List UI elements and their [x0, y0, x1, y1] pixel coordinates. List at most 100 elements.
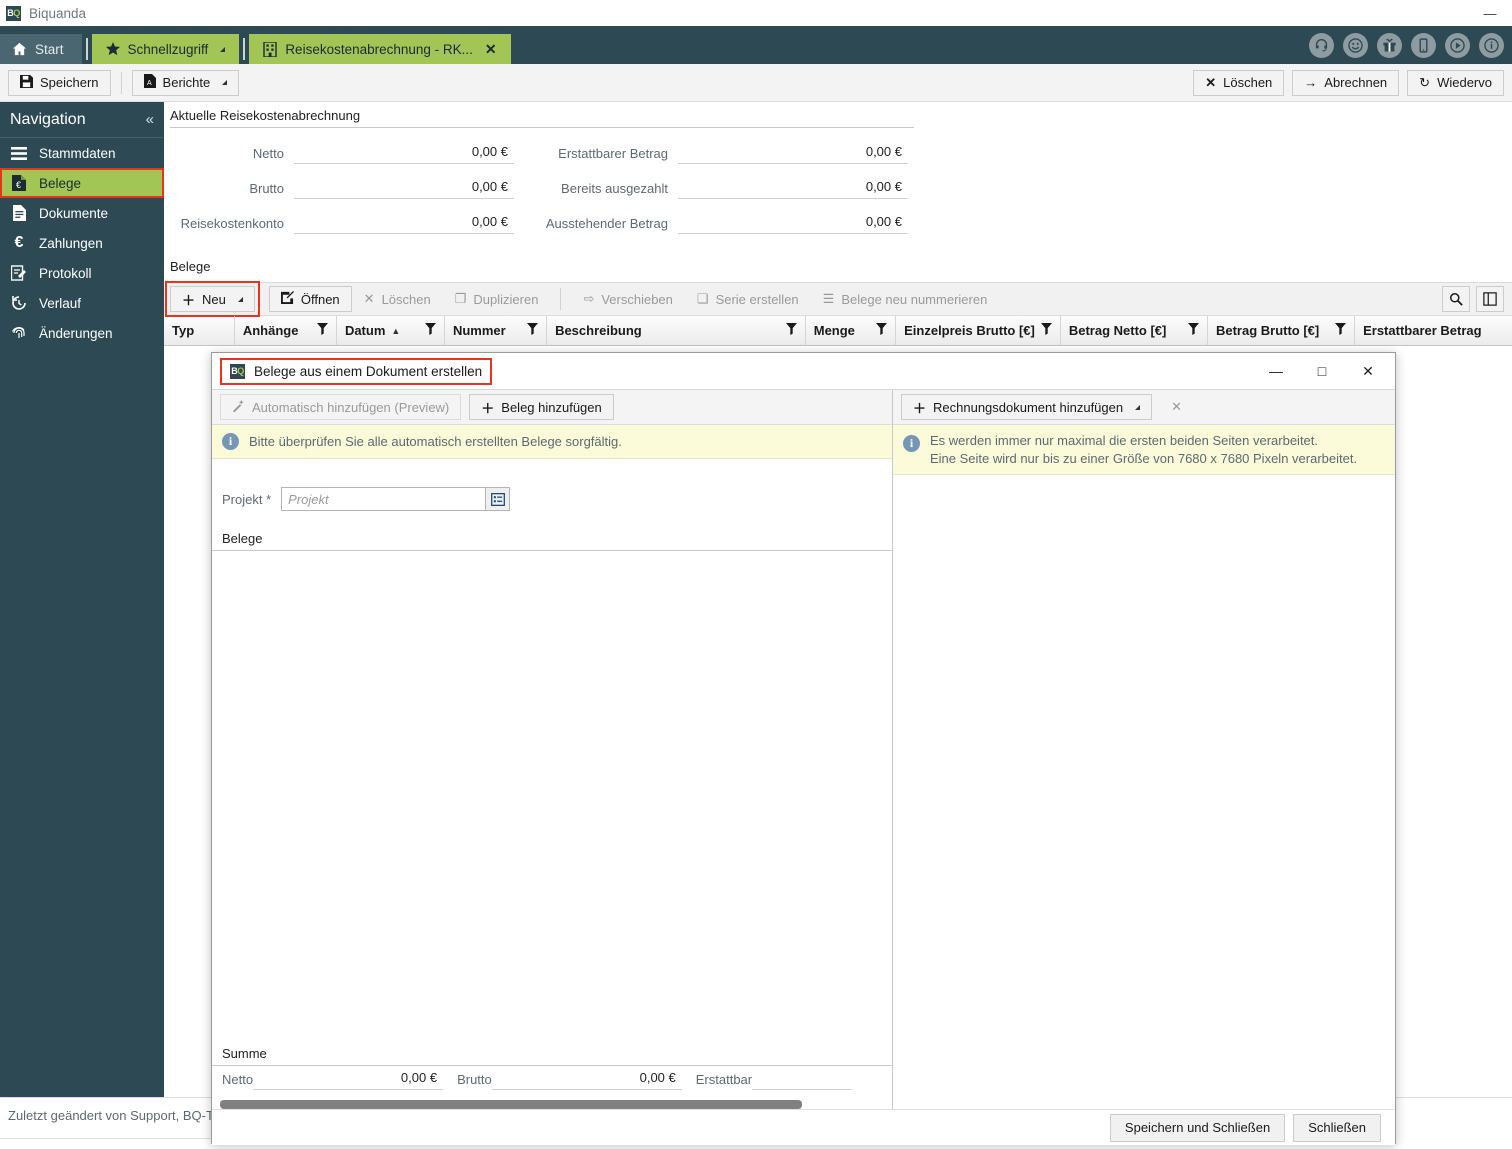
dialog-maximize-icon[interactable]: □ — [1299, 354, 1345, 388]
duplicate-button[interactable]: ❐ Duplizieren — [443, 286, 551, 312]
sidebar-item-belege[interactable]: € Belege — [0, 168, 164, 198]
app-title: Biquanda — [29, 5, 87, 21]
close-icon[interactable]: ✕ — [485, 41, 497, 58]
command-bar-right: ✕ Löschen → Abrechnen ↻ Wiedervo — [1193, 69, 1504, 96]
euro-icon: € — [14, 234, 24, 251]
summary-label: Ausstehender Betrag — [545, 216, 668, 231]
summary-value: 0,00 € — [294, 144, 514, 164]
smiley-icon[interactable] — [1343, 33, 1368, 58]
tab-start[interactable]: Start — [0, 34, 82, 64]
filter-icon[interactable] — [424, 323, 436, 338]
sort-ascending-icon[interactable]: ▲ — [391, 326, 400, 336]
chevron-down-icon[interactable] — [237, 296, 243, 302]
save-icon — [20, 74, 33, 91]
settle-button[interactable]: → Abrechnen — [1292, 69, 1400, 96]
play-icon[interactable] — [1445, 33, 1470, 58]
chevron-down-icon[interactable] — [222, 80, 228, 85]
renumber-button-label: Belege neu nummerieren — [841, 291, 988, 307]
column-header-nummer[interactable]: Nummer — [445, 316, 548, 345]
filter-icon[interactable] — [316, 323, 328, 338]
filter-icon[interactable] — [1187, 323, 1199, 338]
dialog-belege-grid[interactable] — [212, 550, 892, 1042]
chevron-down-icon[interactable] — [1135, 404, 1141, 410]
new-button[interactable]: ＋ Neu — [165, 281, 260, 317]
scrollbar-thumb[interactable] — [220, 1100, 802, 1109]
command-divider — [120, 71, 122, 94]
column-chooser-icon[interactable] — [1476, 286, 1504, 312]
sidebar-item-stammdaten[interactable]: Stammdaten — [0, 138, 164, 168]
project-input[interactable]: Projekt — [281, 487, 487, 511]
auto-add-button[interactable]: Automatisch hinzufügen (Preview) — [220, 394, 462, 420]
document-preview-area[interactable] — [893, 475, 1395, 1109]
delete-button[interactable]: ✕ Löschen — [1193, 69, 1285, 96]
gift-icon[interactable] — [1377, 33, 1402, 58]
dialog-close-icon[interactable]: ✕ — [1345, 354, 1391, 388]
delete-row-button[interactable]: ✕ Löschen — [352, 286, 443, 312]
right-info-banner: i Es werden immer nur maximal die ersten… — [893, 425, 1395, 475]
sidebar-item-label: Zahlungen — [39, 235, 103, 251]
summary-field-erstattbarer-betrag: Erstattbarer Betrag 0,00 € — [538, 144, 908, 164]
save-button[interactable]: Speichern — [8, 69, 111, 96]
summary-value: 0,00 € — [678, 214, 908, 234]
renumber-icon: ☰ — [822, 291, 835, 306]
reports-button-label: Berichte — [162, 75, 211, 90]
close-dialog-button[interactable]: Schließen — [1293, 1113, 1381, 1142]
sidebar-item-verlauf[interactable]: Verlauf — [0, 288, 164, 318]
horizontal-scrollbar[interactable] — [220, 1100, 802, 1109]
tab-start-label: Start — [35, 41, 64, 57]
collapse-sidebar-icon[interactable]: « — [146, 111, 154, 128]
minimize-icon[interactable]: — — [1468, 0, 1512, 26]
mobile-icon[interactable] — [1411, 33, 1436, 58]
sidebar-item-zahlungen[interactable]: € Zahlungen — [0, 228, 164, 258]
sidebar-item-aenderungen[interactable]: Änderungen — [0, 318, 164, 348]
create-series-button[interactable]: ❏ Serie erstellen — [685, 286, 811, 312]
filter-icon[interactable] — [1040, 323, 1052, 338]
chevron-down-icon[interactable] — [220, 46, 226, 52]
receipt-icon: € — [10, 175, 28, 191]
edit-icon — [280, 291, 294, 307]
filter-icon[interactable] — [1335, 323, 1347, 338]
toolbar-divider — [560, 288, 562, 310]
svg-text:A: A — [147, 80, 152, 87]
series-icon: ❏ — [696, 291, 709, 306]
save-and-close-button[interactable]: Speichern und Schließen — [1109, 1113, 1286, 1142]
home-icon — [12, 42, 27, 56]
move-button[interactable]: ⇨ Verschieben — [571, 286, 684, 312]
column-header-beschreibung[interactable]: Beschreibung — [547, 316, 806, 345]
column-header-erstattbarer-betrag[interactable]: Erstattbarer Betrag — [1355, 316, 1512, 345]
dialog-body: Automatisch hinzufügen (Preview) ＋ Beleg… — [212, 389, 1395, 1109]
remove-invoice-document-button[interactable]: ✕ — [1160, 394, 1193, 420]
add-receipt-button[interactable]: ＋ Beleg hinzufügen — [469, 394, 614, 420]
column-header-anhaenge[interactable]: Anhänge — [235, 316, 337, 345]
sidebar-item-dokumente[interactable]: Dokumente — [0, 198, 164, 228]
renumber-button[interactable]: ☰ Belege neu nummerieren — [811, 286, 1000, 312]
column-header-betrag-brutto[interactable]: Betrag Brutto [€] — [1208, 316, 1356, 345]
list-picker-icon[interactable] — [486, 487, 511, 511]
wand-icon — [232, 399, 245, 415]
column-header-typ[interactable]: Typ — [164, 316, 235, 345]
info-icon[interactable] — [1479, 33, 1504, 58]
summary-label: Netto — [252, 146, 284, 161]
column-header-menge[interactable]: Menge — [806, 316, 897, 345]
column-header-datum[interactable]: Datum ▲ — [337, 316, 445, 345]
sidebar-item-protokoll[interactable]: Protokoll — [0, 258, 164, 288]
open-button[interactable]: Öffnen — [268, 286, 352, 312]
resubmit-button[interactable]: ↻ Wiedervo — [1407, 69, 1504, 96]
filter-icon[interactable] — [785, 323, 797, 338]
project-field-row: Projekt * Projekt — [212, 459, 892, 511]
summe-field-value: 0,00 € — [491, 1070, 682, 1090]
filter-icon[interactable] — [527, 323, 539, 338]
sidebar-item-label: Änderungen — [39, 325, 113, 341]
dialog-minimize-icon[interactable]: — — [1253, 354, 1299, 388]
search-icon[interactable] — [1442, 286, 1470, 312]
belege-section-label: Belege — [170, 259, 211, 274]
filter-icon[interactable] — [876, 323, 888, 338]
column-header-betrag-netto[interactable]: Betrag Netto [€] — [1061, 316, 1208, 345]
column-header-einzelpreis-brutto[interactable]: Einzelpreis Brutto [€] — [896, 316, 1061, 345]
add-invoice-document-button[interactable]: ＋ Rechnungsdokument hinzufügen — [901, 394, 1153, 420]
create-series-button-label: Serie erstellen — [715, 291, 799, 307]
reports-button[interactable]: A Berichte — [131, 69, 240, 96]
headset-icon[interactable] — [1309, 33, 1334, 58]
tab-reisekostenabrechnung[interactable]: Reisekostenabrechnung - RK... ✕ — [249, 34, 511, 64]
tab-schnellzugriff[interactable]: Schnellzugriff — [91, 34, 240, 64]
